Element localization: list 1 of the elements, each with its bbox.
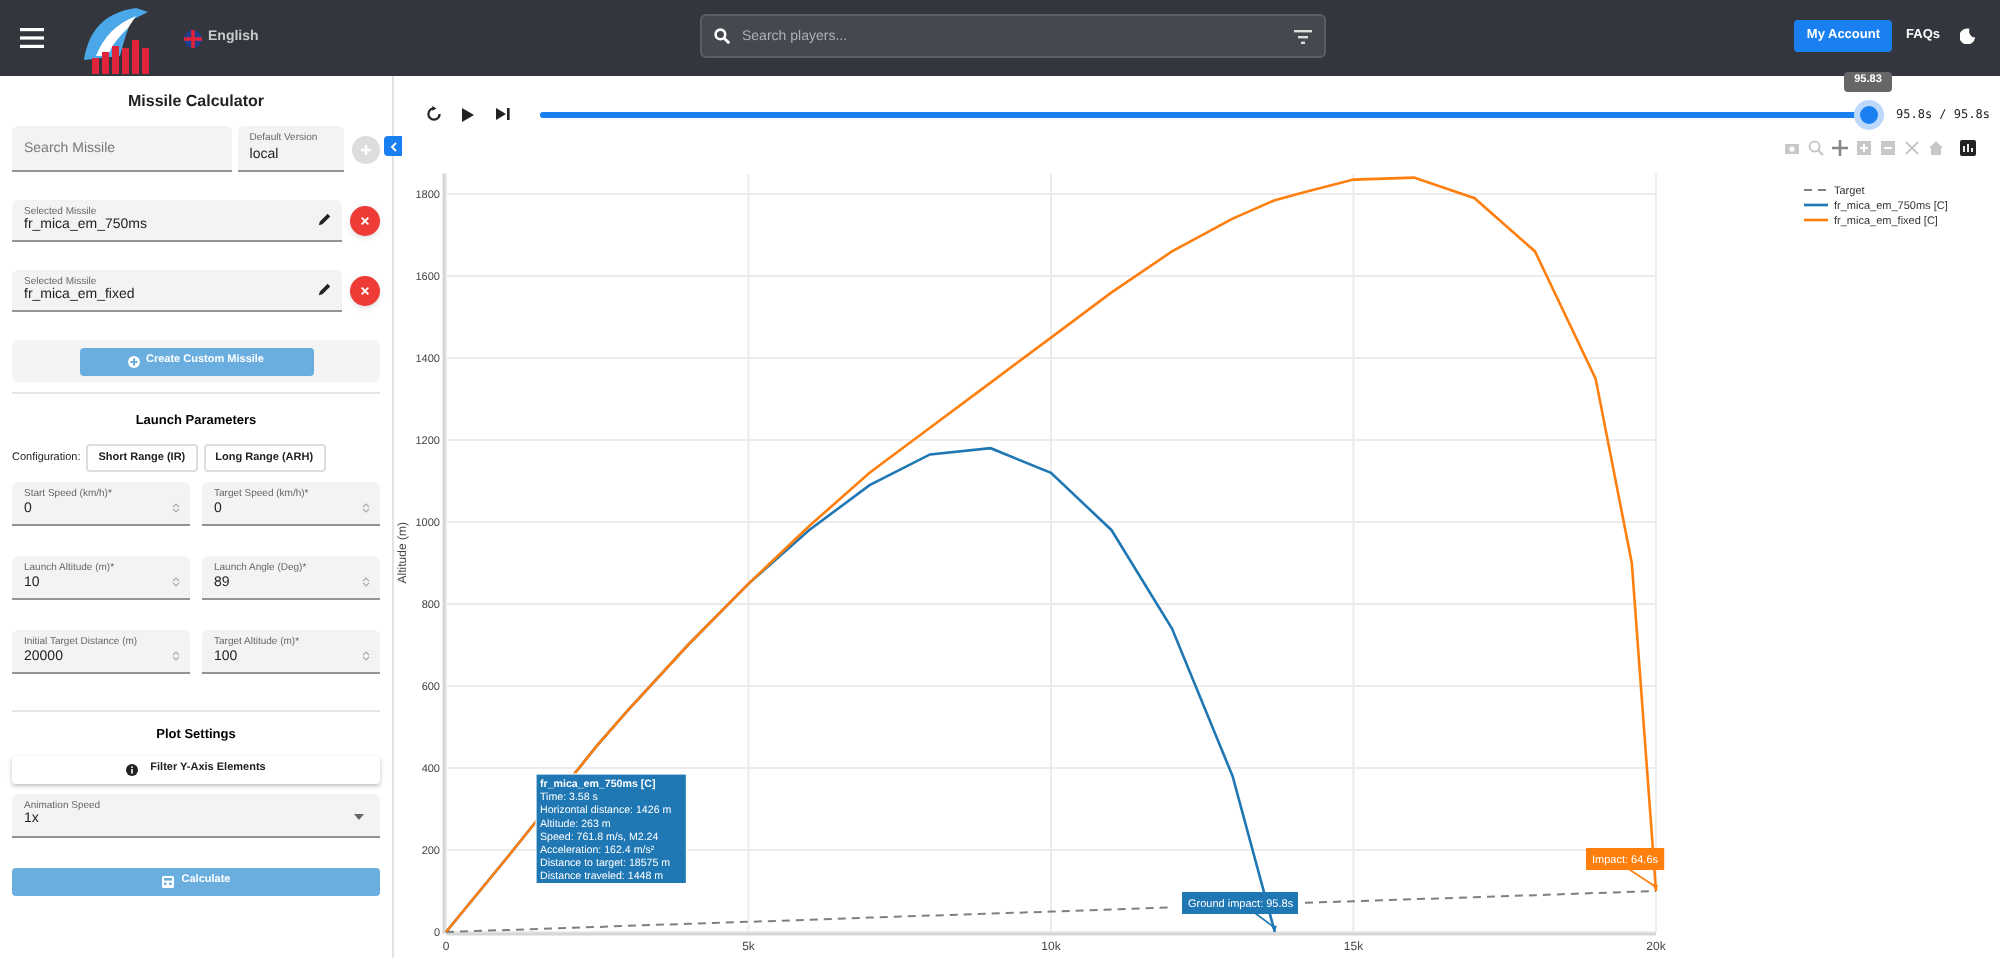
sidebar-title: Missile Calculator (127, 90, 265, 114)
